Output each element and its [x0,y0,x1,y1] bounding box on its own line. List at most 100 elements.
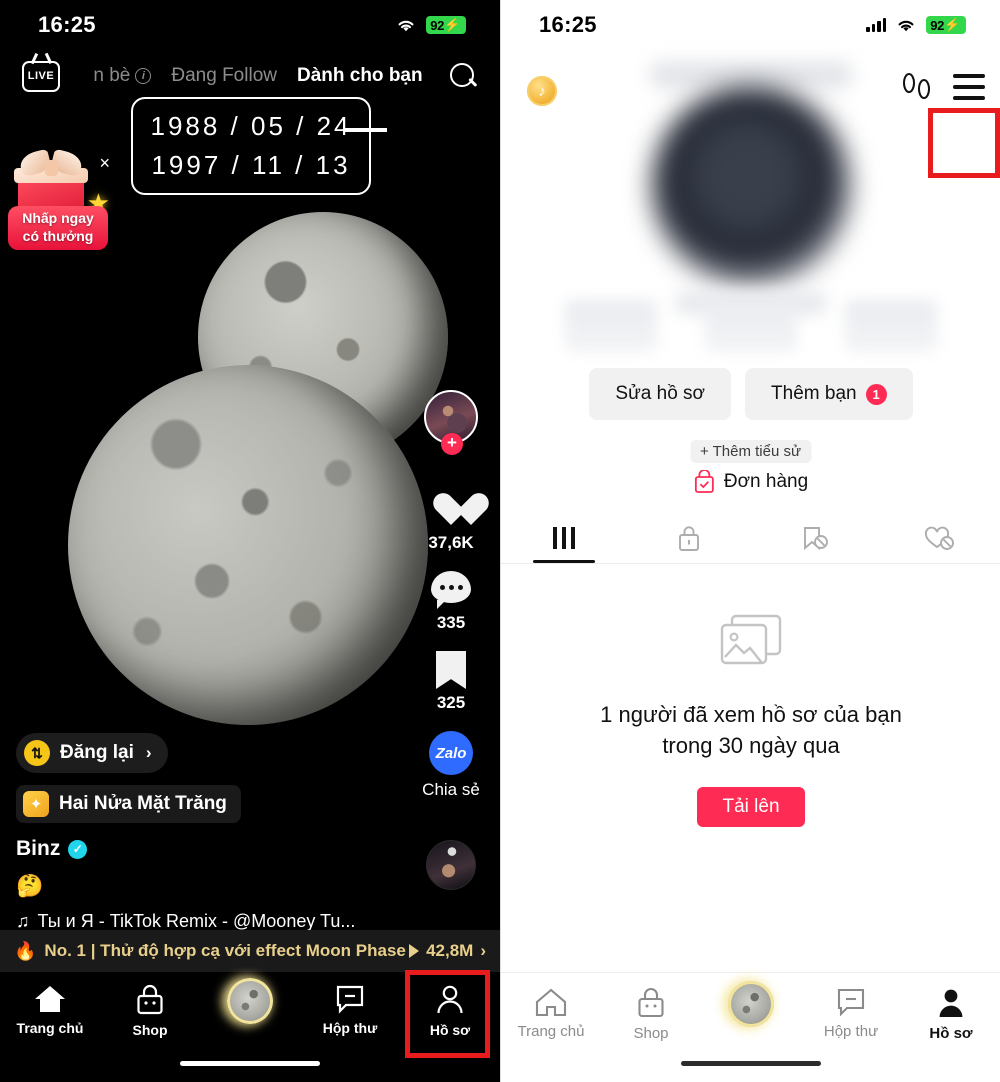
close-icon[interactable]: × [99,154,110,172]
info-icon[interactable]: i [135,68,152,84]
repost-label: Đăng lại [60,742,134,763]
stat-followers-blurred[interactable] [705,300,797,352]
edit-profile-button[interactable]: Sửa hồ sơ [589,368,732,420]
chevron-right-icon: › [145,743,152,762]
hamburger-menu-icon[interactable] [946,64,992,110]
creator-avatar[interactable]: + [424,390,478,455]
nav-tab-following[interactable]: Đang Follow [171,65,277,87]
bookmark-count: 325 [436,693,466,712]
profile-action-buttons: Sửa hồ sơ Thêm bạn 1 [501,368,1000,420]
heart-icon [431,492,471,529]
share-button[interactable]: Zalo Chia sẻ [422,731,480,800]
date-sticker-pointer [345,128,387,132]
profile-avatar-blurred[interactable] [650,86,851,286]
live-icon[interactable]: LIVE [22,60,60,92]
tab-inbox[interactable]: Hộp thư [300,984,400,1036]
tiktok-profile-screen: 16:25 92 ⚡ ♪ Sửa hồ sơ Thêm bạn 1 + Thêm… [500,0,1000,1082]
profile-stats-row [501,300,1000,352]
tiktok-coin-icon[interactable]: ♪ [527,76,557,106]
tab-create[interactable] [200,978,300,1024]
wifi-icon [898,20,914,32]
heart-hidden-icon [924,526,954,550]
like-button[interactable]: 37,6K [428,492,473,553]
music-disc-icon[interactable] [426,840,476,890]
tab-home[interactable]: Trang chủ [0,984,100,1036]
nav-tab-foryou[interactable]: Dành cho bạn [297,65,423,87]
inbox-icon [336,985,364,1014]
tab-saved[interactable] [751,512,876,563]
stat-following-blurred[interactable] [565,300,657,352]
date-sticker: 1988 / 05 / 24 1997 / 11 / 13 [131,97,371,195]
follow-button[interactable]: + [441,433,463,455]
tab-profile-label: Hồ sơ [929,1025,973,1042]
gift-promo-widget[interactable]: ★ Nhấp ngay có thưởng × [8,142,110,250]
profile-tab-highlight [405,970,490,1058]
bottom-tabbar-profile: Trang chủ Shop Hộp thư Hồ sơ [501,972,1000,1082]
lock-private-icon [678,525,699,551]
bookmark-button[interactable]: 325 [436,651,466,713]
music-row[interactable]: ♫ Ты и Я - TikTok Remix - @Mooney Tu... [16,911,355,932]
bottom-tabbar-feed: Trang chủ Shop Hộp thư Hồ sơ [0,970,500,1082]
comment-button[interactable]: 335 [431,571,471,633]
verified-badge-icon: ✓ [68,839,88,859]
menu-highlight-box [928,108,1000,178]
moon-create-icon [227,978,273,1024]
home-icon [535,988,567,1017]
gift-box-icon [14,148,88,214]
shop-bag-icon [638,987,664,1018]
status-bar-right: 16:25 92 ⚡ [501,0,1000,50]
song-title: Ты и Я - TikTok Remix - @Mooney Tu... [37,911,356,931]
edit-profile-label: Sửa hồ sơ [615,383,706,404]
effect-label: Hai Nửa Mặt Trăng [59,793,227,814]
gift-promo-label: Nhấp ngay có thưởng [8,206,108,250]
tab-liked[interactable] [876,512,1000,563]
tab-videos[interactable] [501,512,626,563]
tab-create[interactable] [701,981,801,1027]
repost-icon: ⇅ [24,740,50,766]
nav-tab-friends-label: n bè [93,65,131,86]
orders-row[interactable]: Đơn hàng [693,470,808,494]
search-icon[interactable] [448,61,478,91]
repost-pill[interactable]: ⇅ Đăng lại › [16,733,168,773]
profile-empty-state: 1 người đã xem hồ sơ của bạn trong 30 ng… [501,612,1000,828]
empty-state-line-1: 1 người đã xem hồ sơ của bạn [600,702,902,727]
upload-button[interactable]: Tải lên [697,787,805,828]
footprints-icon[interactable] [898,67,936,107]
tab-home[interactable]: Trang chủ [501,987,601,1040]
add-bio-button[interactable]: + Thêm tiểu sử [689,440,812,463]
tab-inbox[interactable]: Hộp thư [801,987,901,1040]
tab-profile[interactable]: Hồ sơ [901,987,1000,1042]
status-indicators: 92 ⚡ [366,16,466,34]
feed-caption-block: ⇅ Đăng lại › ✦ Hai Nửa Mặt Trăng Binz ✓ … [16,733,355,932]
cellular-signal-icon [866,18,887,32]
tiktok-feed-screen: 16:25 92 ⚡ LIVE n bè i Đang Follow Dành … [0,0,500,1082]
add-friends-label: Thêm bạn [771,383,857,404]
nav-tab-friends[interactable]: n bè i [93,65,152,87]
home-icon [35,986,65,1012]
author-row[interactable]: Binz ✓ [16,837,355,861]
like-count: 37,6K [428,533,474,552]
comment-icon [431,571,471,609]
inbox-icon [837,988,865,1017]
add-friends-button[interactable]: Thêm bạn 1 [745,368,913,420]
tab-shop[interactable]: Shop [601,987,701,1042]
home-indicator [681,1061,821,1066]
flame-icon: 🔥 [14,940,37,961]
trending-effect-banner[interactable]: 🔥 No. 1 | Thử độ hợp cạ với effect Moon … [0,930,500,972]
tab-home-label: Trang chủ [517,1023,585,1040]
feed-action-rail: + 37,6K 335 325 Zalo Chia sẻ [416,390,486,890]
status-time: 16:25 [38,12,96,37]
feed-top-nav: LIVE n bè i Đang Follow Dành cho bạn [0,50,500,102]
author-name: Binz [16,837,61,860]
effect-pill[interactable]: ✦ Hai Nửa Mặt Trăng [16,785,241,823]
status-bar-left: 16:25 92 ⚡ [0,0,500,50]
play-icon [409,944,420,958]
stat-likes-blurred[interactable] [845,300,937,352]
feed-nav-tabs: n bè i Đang Follow Dành cho bạn [68,65,448,87]
tab-shop[interactable]: Shop [100,984,200,1038]
profile-tabs [501,512,1000,564]
orders-bag-icon [694,470,714,493]
tab-private[interactable] [626,512,751,563]
battery-charging-icon: 92 ⚡ [426,16,466,34]
gift-line-1: Nhấp ngay [22,210,94,226]
